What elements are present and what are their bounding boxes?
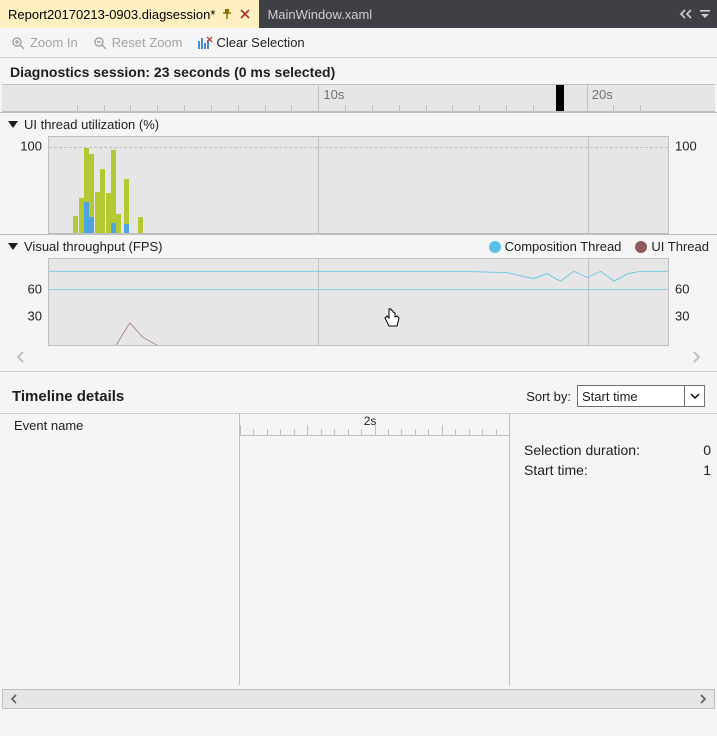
prop-selection-duration: Selection duration: 0 bbox=[524, 440, 717, 460]
chart-visual-throughput: Visual throughput (FPS) Composition Thre… bbox=[0, 234, 717, 346]
y-axis-left: 100 bbox=[0, 136, 48, 234]
sort-by-label: Sort by: bbox=[526, 389, 571, 404]
chart-title[interactable]: Visual throughput (FPS) bbox=[8, 239, 163, 254]
details-header: Timeline details Sort by: Start time bbox=[0, 381, 717, 413]
tab-title: Report20170213-0903.diagsession* bbox=[8, 7, 215, 22]
legend-item: UI Thread bbox=[635, 239, 709, 254]
scroll-left-icon[interactable] bbox=[9, 691, 19, 707]
y-axis-right: 60 30 bbox=[669, 258, 717, 346]
chart-ui-thread-utilization: UI thread utilization (%) 100 100 bbox=[0, 112, 717, 234]
horizontal-scrollbar[interactable] bbox=[2, 689, 715, 709]
chevron-down-icon bbox=[684, 386, 704, 406]
y-axis-left: 60 30 bbox=[0, 258, 48, 346]
zoom-in-label: Zoom In bbox=[30, 35, 78, 50]
pin-icon[interactable] bbox=[221, 8, 233, 20]
tabstrip-overflow bbox=[679, 0, 711, 28]
collapse-icon bbox=[8, 243, 18, 250]
sort-by-select[interactable]: Start time bbox=[577, 385, 705, 407]
reset-zoom-button[interactable]: Reset Zoom bbox=[92, 35, 183, 51]
scroll-right-icon[interactable] bbox=[698, 691, 708, 707]
clear-selection-icon bbox=[197, 35, 213, 51]
chart-plot-area[interactable] bbox=[48, 136, 669, 234]
legend-swatch-icon bbox=[489, 241, 501, 253]
legend-swatch-icon bbox=[635, 241, 647, 253]
overflow-chevrons-icon[interactable] bbox=[679, 7, 693, 22]
details-title: Timeline details bbox=[12, 388, 124, 405]
mini-ruler[interactable]: 2s bbox=[240, 414, 509, 436]
reset-zoom-icon bbox=[92, 35, 108, 51]
chart-legend: Composition Thread UI Thread bbox=[489, 239, 709, 254]
zoom-in-icon bbox=[10, 35, 26, 51]
y-axis-right: 100 bbox=[669, 136, 717, 234]
timeline-nav bbox=[0, 346, 717, 371]
tab-mainwindow-xaml[interactable]: MainWindow.xaml bbox=[259, 0, 380, 28]
tab-report-diagsession[interactable]: Report20170213-0903.diagsession* bbox=[0, 0, 259, 28]
reset-zoom-label: Reset Zoom bbox=[112, 35, 183, 50]
sort-by-value: Start time bbox=[582, 389, 638, 404]
toolbar: Zoom In Reset Zoom Clear Selection bbox=[0, 28, 717, 58]
column-properties: Selection duration: 0 Start time: 1 bbox=[510, 414, 717, 685]
dropdown-icon[interactable] bbox=[699, 7, 711, 22]
clear-selection-label: Clear Selection bbox=[217, 35, 305, 50]
nav-left-icon[interactable] bbox=[14, 348, 28, 369]
pane-separator[interactable] bbox=[0, 371, 717, 381]
chart-title[interactable]: UI thread utilization (%) bbox=[8, 117, 159, 132]
tab-title: MainWindow.xaml bbox=[267, 7, 372, 22]
column-event-name: Event name bbox=[0, 414, 240, 685]
column-header: Event name bbox=[0, 414, 239, 437]
session-label: Diagnostics session: 23 seconds (0 ms se… bbox=[0, 58, 717, 84]
zoom-in-button[interactable]: Zoom In bbox=[10, 35, 78, 51]
nav-right-icon[interactable] bbox=[689, 348, 703, 369]
column-timeline: 2s bbox=[240, 414, 510, 685]
collapse-icon bbox=[8, 121, 18, 128]
timeline-ruler[interactable]: 10s20s bbox=[2, 84, 715, 112]
clear-selection-button[interactable]: Clear Selection bbox=[197, 35, 305, 51]
legend-item: Composition Thread bbox=[489, 239, 622, 254]
details-body: Event name 2s Selection duration: 0 Star… bbox=[0, 413, 717, 685]
close-icon[interactable] bbox=[239, 8, 251, 20]
chart-plot-area[interactable] bbox=[48, 258, 669, 346]
document-tabstrip: Report20170213-0903.diagsession* MainWin… bbox=[0, 0, 717, 28]
prop-start-time: Start time: 1 bbox=[524, 460, 717, 480]
